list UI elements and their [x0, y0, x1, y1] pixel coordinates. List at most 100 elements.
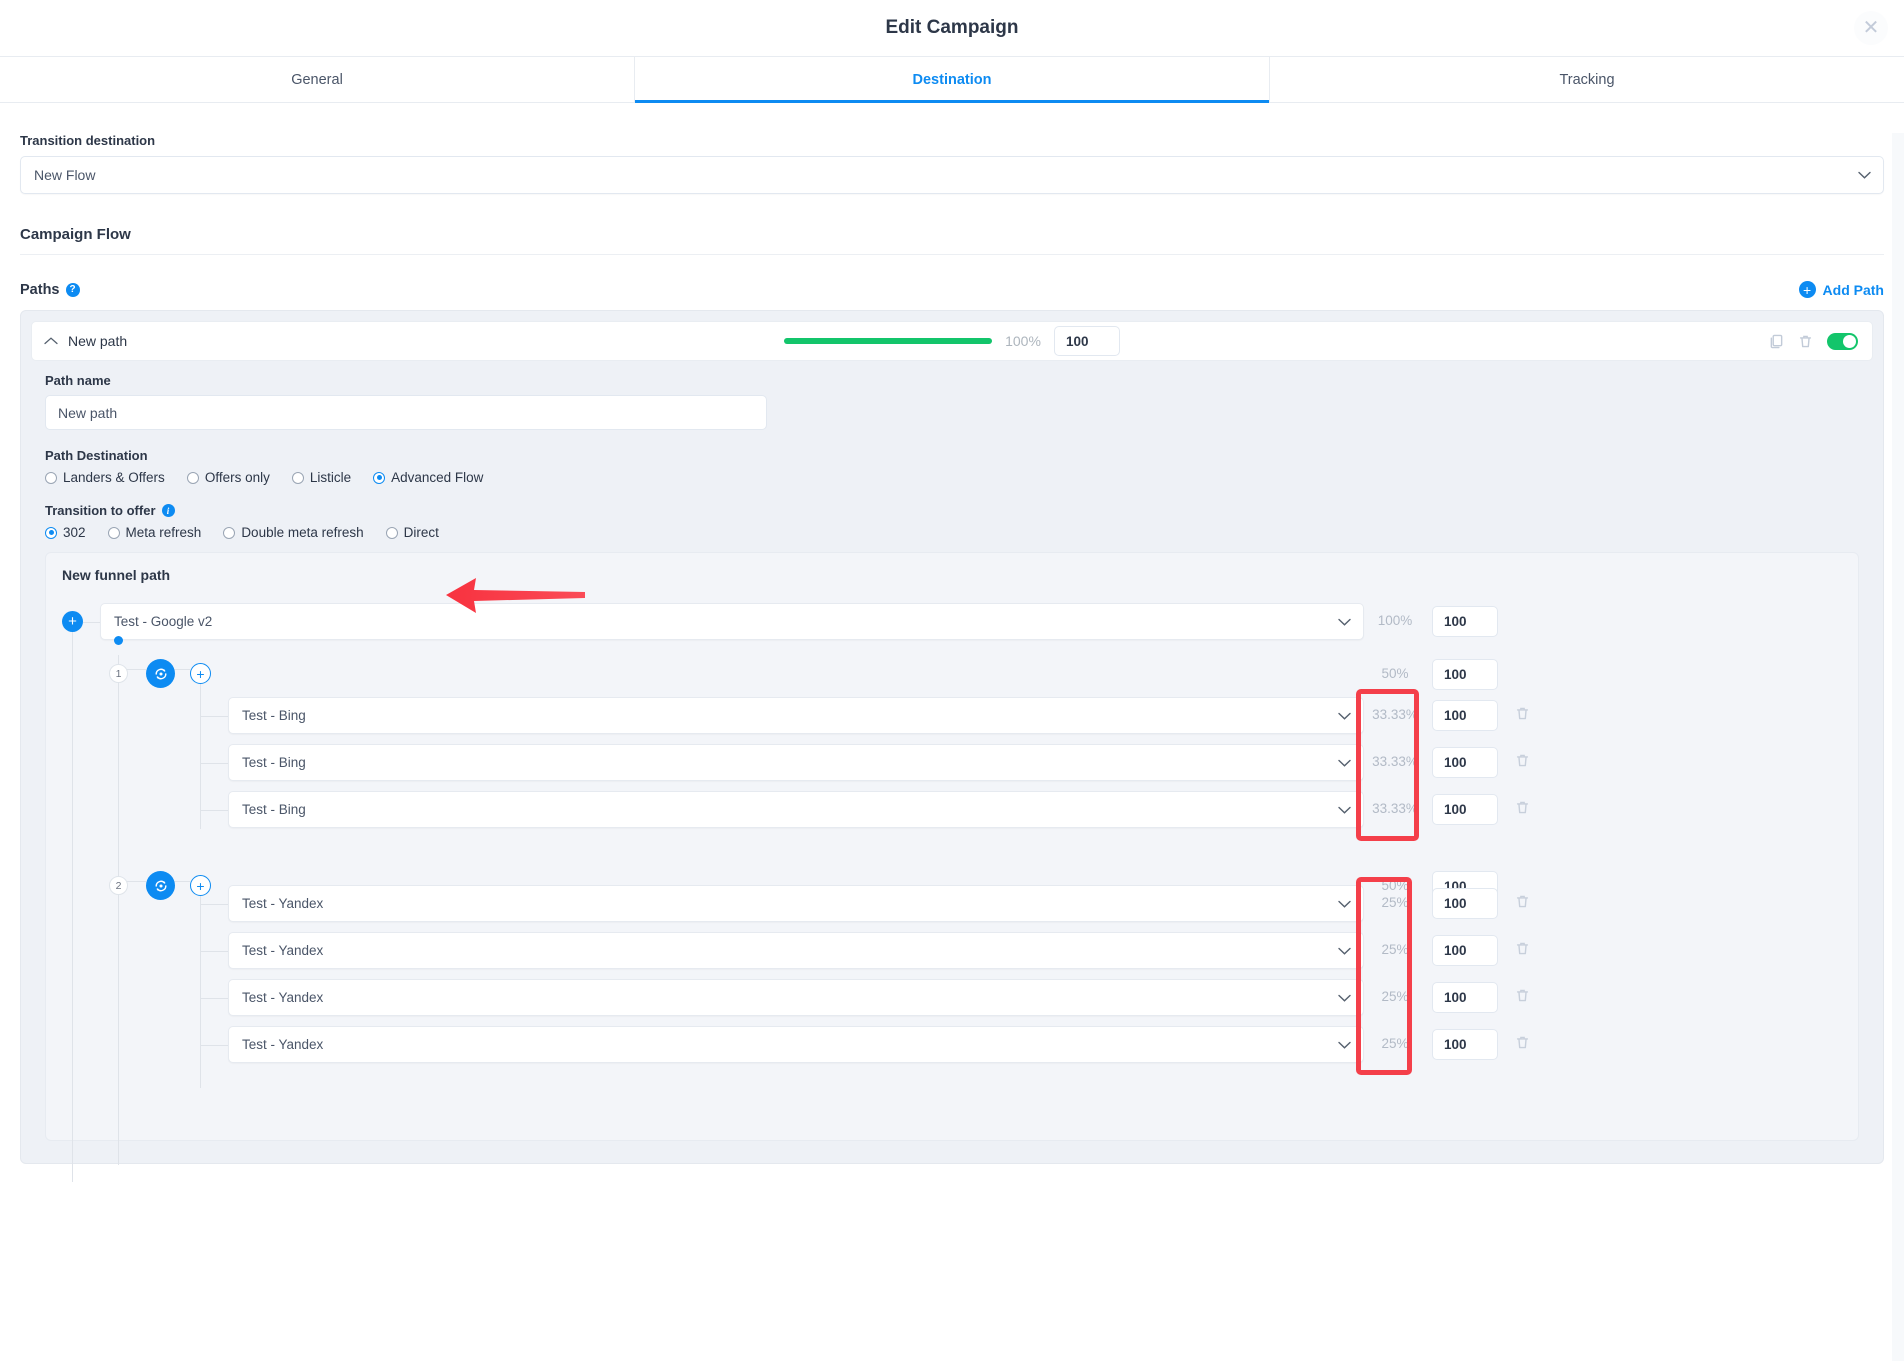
radio-landers-and-offers[interactable]: Landers & Offers: [45, 470, 165, 485]
trash-icon[interactable]: [1502, 753, 1542, 768]
paths-label-text: Paths: [20, 281, 60, 298]
vertical-scrollbar[interactable]: [1892, 133, 1904, 1361]
info-icon[interactable]: i: [161, 504, 175, 517]
close-icon[interactable]: ✕: [1854, 11, 1888, 45]
tab-destination-label: Destination: [912, 71, 992, 88]
funnel-title: New funnel path: [62, 567, 171, 583]
funnel-tree: + Test - Google v2 100% 100 1 + 50% 100 …: [62, 603, 1842, 1182]
path-weight-input[interactable]: 100: [1054, 326, 1120, 356]
trash-icon[interactable]: [1502, 941, 1542, 956]
funnel-child-percent: 25%: [1381, 989, 1409, 1004]
transition-destination-select[interactable]: New Flow: [20, 156, 1884, 194]
radio-302[interactable]: 302: [45, 525, 86, 540]
trash-icon[interactable]: [1502, 800, 1542, 815]
funnel-root-percent: 100%: [1377, 613, 1413, 628]
help-icon[interactable]: ?: [65, 282, 80, 297]
funnel-child-weight-input[interactable]: 100: [1432, 1029, 1498, 1060]
trash-icon[interactable]: [1798, 334, 1813, 349]
radio-direct-label: Direct: [403, 525, 439, 540]
add-path-button[interactable]: + Add Path: [1798, 281, 1884, 298]
radio-302-label: 302: [63, 525, 86, 540]
funnel-child-weight-input[interactable]: 100: [1432, 888, 1498, 919]
funnel-child-weight-input[interactable]: 100: [1432, 794, 1498, 825]
transition-destination-value: New Flow: [34, 167, 96, 183]
funnel-child-row: Test - Bing 33.33% 100: [62, 697, 1842, 734]
tab-general[interactable]: General: [0, 57, 634, 102]
funnel-branch-1-percent: 50%: [1381, 666, 1409, 681]
destination-panel: Transition destination New Flow Campaign…: [0, 133, 1904, 1361]
funnel-child-weight-input[interactable]: 100: [1432, 982, 1498, 1013]
radio-direct[interactable]: Direct: [385, 525, 439, 540]
funnel-root-value: Test - Google v2: [114, 614, 213, 629]
funnel-canvas: New funnel path + Test - Google v2 100% …: [45, 552, 1859, 1182]
chevron-down-icon: [1338, 994, 1351, 1002]
funnel-child-select[interactable]: Test - Yandex: [228, 932, 1364, 969]
radio-meta-refresh[interactable]: Meta refresh: [107, 525, 202, 540]
funnel-child-select[interactable]: Test - Bing: [228, 697, 1364, 734]
funnel-branch-1-row: 1 + 50% 100: [62, 659, 1842, 690]
radio-landers-and-offers-label: Landers & Offers: [63, 470, 165, 485]
plus-outline-icon[interactable]: +: [190, 663, 211, 684]
path-enabled-toggle[interactable]: [1827, 332, 1858, 350]
funnel-root-anchor-dot: [114, 636, 123, 645]
path-name-input[interactable]: New path: [45, 395, 767, 430]
funnel-branch-1-children: Test - Bing 33.33% 100 Test - Bing 33.33…: [62, 697, 1842, 828]
funnel-child-value: Test - Yandex: [242, 896, 324, 911]
funnel-child-select[interactable]: Test - Bing: [228, 791, 1364, 828]
funnel-branch-1-index: 1: [109, 664, 128, 683]
paths-toolbar: Paths ? + Add Path: [20, 281, 1884, 298]
plus-circle-icon[interactable]: +: [62, 611, 83, 632]
copy-icon[interactable]: [1769, 334, 1784, 349]
path-destination-radio-group: Landers & Offers Offers only Listicle Ad…: [45, 470, 1859, 485]
radio-advanced-flow[interactable]: Advanced Flow: [373, 470, 483, 485]
funnel-child-weight-input[interactable]: 100: [1432, 747, 1498, 778]
transition-destination-label: Transition destination: [20, 133, 156, 148]
funnel-child-row: Test - Yandex 25% 100: [62, 1026, 1842, 1063]
funnel-child-value: Test - Bing: [242, 802, 306, 817]
modal-header: Edit Campaign ✕: [0, 0, 1904, 56]
funnel-child-row: Test - Bing 33.33% 100: [62, 791, 1842, 828]
campaign-flow-heading: Campaign Flow: [20, 226, 1884, 255]
rotator-icon[interactable]: [146, 659, 175, 688]
tab-general-label: General: [291, 71, 343, 88]
radio-double-meta-refresh[interactable]: Double meta refresh: [223, 525, 364, 540]
path-header-name: New path: [68, 333, 128, 349]
funnel-child-row: Test - Yandex 25% 100: [62, 885, 1842, 922]
radio-direct-dot: [385, 526, 398, 539]
radio-listicle[interactable]: Listicle: [291, 470, 352, 485]
chevron-down-icon: [1338, 806, 1351, 814]
funnel-child-select[interactable]: Test - Bing: [228, 744, 1364, 781]
radio-double-meta-refresh-dot: [223, 526, 236, 539]
funnel-branch-1-weight-input[interactable]: 100: [1432, 659, 1498, 690]
paths-label: Paths ?: [20, 282, 80, 298]
funnel-child-select[interactable]: Test - Yandex: [228, 979, 1364, 1016]
tab-tracking-label: Tracking: [1559, 71, 1615, 88]
radio-offers-only[interactable]: Offers only: [186, 470, 270, 485]
funnel-child-select[interactable]: Test - Yandex: [228, 1026, 1364, 1063]
funnel-child-select[interactable]: Test - Yandex: [228, 885, 1364, 922]
trash-icon[interactable]: [1502, 1035, 1542, 1050]
chevron-down-icon: [1338, 618, 1351, 626]
trash-icon[interactable]: [1502, 706, 1542, 721]
chevron-down-icon: [1338, 1041, 1351, 1049]
tab-tracking[interactable]: Tracking: [1269, 57, 1904, 102]
chevron-down-icon: [1338, 712, 1351, 720]
funnel-child-weight-input[interactable]: 100: [1432, 935, 1498, 966]
trash-icon[interactable]: [1502, 988, 1542, 1003]
radio-landers-and-offers-dot: [45, 471, 57, 484]
funnel-child-value: Test - Yandex: [242, 943, 324, 958]
tab-destination[interactable]: Destination: [634, 57, 1269, 103]
funnel-child-percent: 25%: [1381, 942, 1409, 957]
radio-meta-refresh-label: Meta refresh: [125, 525, 202, 540]
funnel-root-select[interactable]: Test - Google v2: [100, 603, 1364, 640]
funnel-child-weight-input[interactable]: 100: [1432, 700, 1498, 731]
trash-icon[interactable]: [1502, 894, 1542, 909]
radio-offers-only-dot: [186, 471, 199, 484]
radio-listicle-label: Listicle: [309, 470, 352, 485]
funnel-root-weight-input[interactable]: 100: [1432, 606, 1498, 637]
funnel-child-percent: 25%: [1381, 895, 1409, 910]
tab-bar: General Destination Tracking: [0, 56, 1904, 103]
transition-to-offer-label: Transition to offer i: [45, 503, 1859, 518]
chevron-up-icon[interactable]: [44, 332, 60, 350]
funnel-child-value: Test - Bing: [242, 755, 306, 770]
